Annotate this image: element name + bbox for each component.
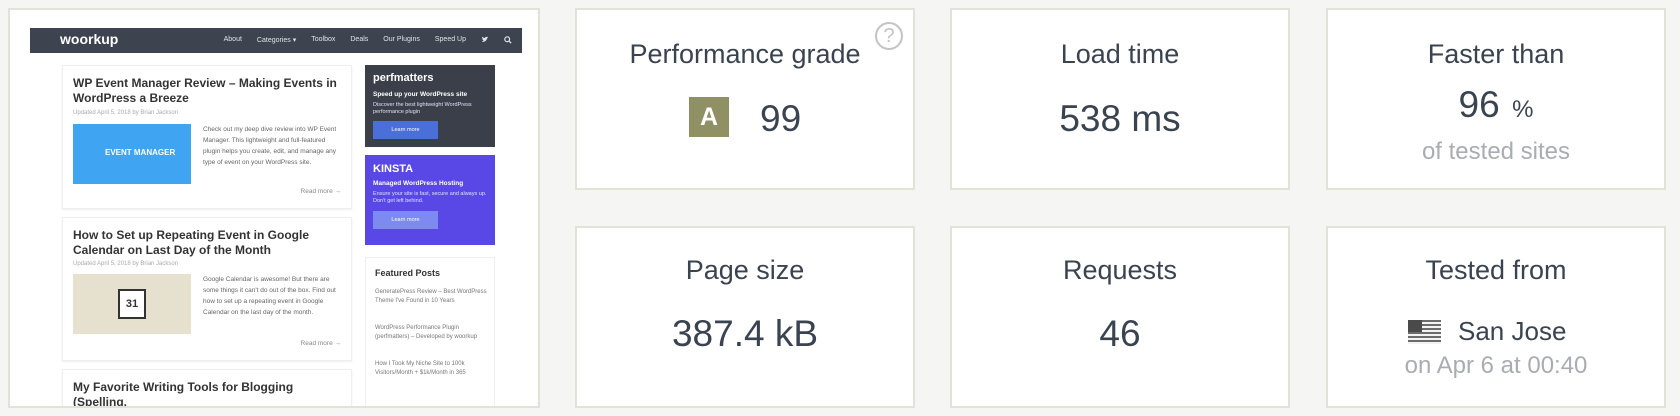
featured-heading: Featured Posts [375, 268, 441, 278]
site-logo: woorkup [60, 31, 119, 47]
load-time-card: Load time 538 ms [950, 8, 1290, 190]
post-image: EVENT MANAGER [73, 124, 191, 184]
page-size-value: 387.4 kB [671, 313, 819, 354]
site-menu-item: Speed Up [434, 36, 466, 43]
tested-from-title: Tested from [1425, 255, 1567, 285]
faster-than-value-row: 96 % [1328, 84, 1664, 126]
ad-subtext: Ensure your site is fast, secure and alw… [373, 191, 487, 204]
site-menu-item: Toolbox [311, 36, 336, 43]
read-more-link: Read more → [300, 340, 341, 347]
tested-from-date: on Apr 6 at 00:40 [1404, 352, 1588, 379]
performance-grade-card: Performance grade ? A 99 [575, 8, 915, 190]
site-menu-item: Categories ▾ [256, 37, 297, 44]
faster-than-unit: % [1512, 96, 1534, 123]
calendar-icon: 31 [118, 289, 146, 319]
load-time-title: Load time [1060, 39, 1180, 69]
post-title: My Favorite Writing Tools for Blogging (… [73, 380, 294, 408]
site-header: woorkup About Categories ▾ Toolbox Deals… [30, 28, 522, 53]
post-image-label: EVENT MANAGER [105, 148, 176, 157]
featured-item: GeneratePress Review – Best WordPress Th… [375, 289, 487, 304]
featured-posts: Featured Posts GeneratePress Review – Be… [365, 257, 495, 406]
ad-button: Learn more [373, 211, 438, 229]
post-title: WP Event Manager Review – Making Events … [73, 76, 337, 105]
ad-button: Learn more [373, 121, 438, 139]
featured-item: How I Took My Niche Site to 100k Visitor… [375, 361, 466, 376]
ad-kinsta: KINSTA Managed WordPress Hosting Ensure … [365, 155, 495, 245]
ad-headline: Managed WordPress Hosting [373, 180, 464, 187]
search-icon [504, 36, 512, 46]
tested-from-location: San Jose [1458, 316, 1567, 346]
ad-subtext: Discover the best lightweight WordPress … [373, 102, 472, 115]
featured-item: WordPress Performance Plugin (perfmatter… [375, 325, 478, 340]
ad-title: KINSTA [373, 163, 414, 175]
post-card: WP Event Manager Review – Making Events … [62, 65, 352, 209]
site-menu-item: Deals [350, 36, 369, 43]
requests-value: 46 [1099, 313, 1141, 354]
page-size-card: Page size 387.4 kB [575, 226, 915, 408]
page-screenshot-card: woorkup About Categories ▾ Toolbox Deals… [8, 8, 540, 408]
post-card: My Favorite Writing Tools for Blogging (… [62, 369, 352, 408]
ad-headline: Speed up your WordPress site [373, 91, 468, 98]
us-flag-icon [1408, 320, 1441, 344]
performance-score: 99 [760, 98, 802, 139]
site-menu: About Categories ▾ Toolbox Deals Our Plu… [224, 36, 512, 46]
site-menu-item: About [223, 36, 242, 43]
faster-than-card: Faster than 96 % of tested sites [1326, 8, 1666, 190]
post-excerpt: Check out my deep dive review into WP Ev… [203, 126, 337, 166]
performance-grade-title: Performance grade [629, 39, 861, 69]
twitter-icon [481, 36, 489, 46]
post-excerpt: Google Calendar is awesome! But there ar… [203, 276, 336, 316]
faster-than-title: Faster than [1427, 39, 1565, 69]
post-meta: Updated April 5, 2018 by Brian Jackson [73, 110, 179, 116]
ad-title: perfmatters [373, 72, 434, 84]
page-size-title: Page size [685, 255, 805, 285]
faster-than-caption: of tested sites [1421, 138, 1571, 165]
load-time-value: 538 ms [1059, 98, 1181, 139]
site-menu-item: Our Plugins [383, 36, 420, 43]
read-more-link: Read more → [300, 188, 341, 195]
post-meta: Updated April 5, 2018 by Brian Jackson [73, 261, 179, 267]
post-card: How to Set up Repeating Event in Google … [62, 217, 352, 361]
help-icon[interactable]: ? [875, 22, 903, 50]
post-image: 31 [73, 274, 191, 334]
requests-card: Requests 46 [950, 226, 1290, 408]
requests-title: Requests [1062, 255, 1178, 285]
ad-perfmatters: perfmatters Speed up your WordPress site… [365, 65, 495, 147]
faster-than-value: 96 [1458, 84, 1500, 125]
tested-from-card: Tested from San Jose on Apr 6 at 00:40 [1326, 226, 1666, 408]
post-image-label: 31 [125, 298, 139, 310]
post-title: How to Set up Repeating Event in Google … [73, 228, 310, 257]
grade-badge: A [689, 97, 729, 137]
